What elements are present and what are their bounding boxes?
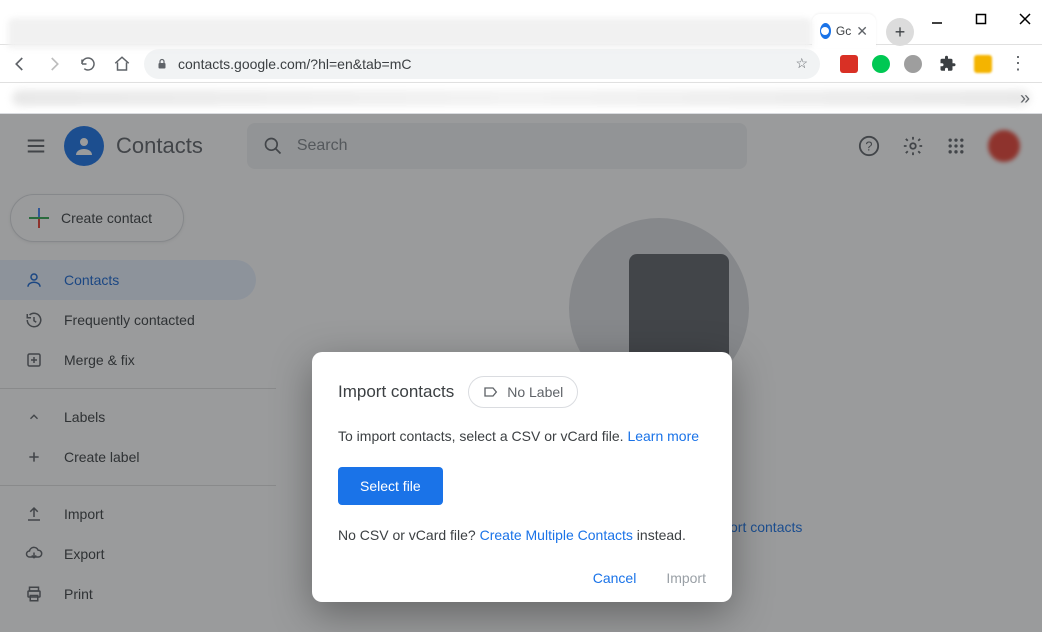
bookmark-star-icon[interactable]: ☆	[795, 55, 808, 72]
alt-post-text: instead.	[633, 527, 686, 543]
profile-icon[interactable]	[974, 55, 992, 73]
tab-strip: Gc ✕ +	[0, 14, 922, 48]
window-maximize-button[interactable]	[970, 8, 992, 30]
window-close-button[interactable]	[1014, 8, 1036, 30]
tab-title: Gc	[836, 24, 851, 38]
url-text: contacts.google.com/?hl=en&tab=mC	[178, 56, 411, 72]
create-multiple-contacts-link[interactable]: Create Multiple Contacts	[480, 527, 633, 543]
browser-menu-button[interactable]: ⋮	[1006, 52, 1030, 76]
contacts-favicon-icon	[820, 23, 831, 39]
reload-button[interactable]	[76, 52, 100, 76]
bookmarks-bar: »	[0, 83, 1042, 114]
dialog-title: Import contacts	[338, 382, 454, 402]
select-file-button[interactable]: Select file	[338, 467, 443, 505]
select-file-label: Select file	[360, 478, 421, 494]
learn-more-link[interactable]: Learn more	[627, 428, 699, 444]
import-button[interactable]: Import	[666, 570, 706, 586]
forward-button[interactable]	[42, 52, 66, 76]
cancel-button[interactable]: Cancel	[593, 570, 637, 586]
label-outline-icon	[483, 384, 499, 400]
extension-icon[interactable]	[872, 55, 890, 73]
back-button[interactable]	[8, 52, 32, 76]
extensions-puzzle-icon[interactable]	[936, 52, 960, 76]
bookmarks-overflow-icon[interactable]: »	[1020, 88, 1030, 109]
chip-text: No Label	[507, 384, 563, 400]
import-contacts-dialog: Import contacts No Label To import conta…	[312, 352, 732, 602]
extension-icon[interactable]	[840, 55, 858, 73]
lock-icon	[156, 57, 168, 71]
alt-pre-text: No CSV or vCard file?	[338, 527, 480, 543]
dialog-alt-text: No CSV or vCard file? Create Multiple Co…	[338, 525, 706, 546]
page-content: Contacts Search ? Create contact Contact…	[0, 114, 1042, 632]
dialog-body-text: To import contacts, select a CSV or vCar…	[338, 428, 627, 444]
bookmarks-blur	[12, 90, 1030, 106]
tab-close-icon[interactable]: ✕	[856, 23, 868, 40]
no-label-chip[interactable]: No Label	[468, 376, 578, 408]
dialog-body: To import contacts, select a CSV or vCar…	[338, 426, 706, 447]
address-bar[interactable]: contacts.google.com/?hl=en&tab=mC ☆	[144, 49, 820, 79]
new-tab-button[interactable]: +	[886, 18, 914, 46]
active-tab[interactable]: Gc ✕	[812, 14, 876, 48]
browser-toolbar: contacts.google.com/?hl=en&tab=mC ☆ ⋮	[0, 44, 1042, 83]
extensions-area: ⋮	[830, 52, 1034, 76]
home-button[interactable]	[110, 52, 134, 76]
window-minimize-button[interactable]	[926, 8, 948, 30]
inactive-tabs-blur	[8, 18, 812, 48]
extension-icon[interactable]	[904, 55, 922, 73]
